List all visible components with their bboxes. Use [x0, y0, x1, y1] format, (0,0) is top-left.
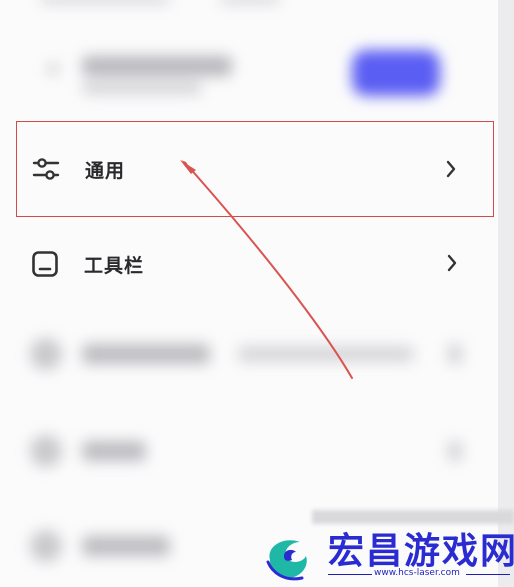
blurred-icon	[30, 435, 62, 467]
settings-item-label: 工具栏	[84, 254, 145, 277]
blurred-text	[82, 82, 202, 94]
blurred-account-row	[0, 0, 498, 110]
blurred-text	[82, 56, 232, 76]
blurred-settings-item[interactable]	[0, 318, 498, 388]
swirl-logo	[266, 540, 307, 581]
watermark: 宏昌游戏网 www.hcs-laser.com	[262, 510, 514, 587]
divider	[328, 574, 372, 575]
divider	[466, 574, 510, 575]
sliders-icon	[31, 154, 61, 184]
settings-item-general[interactable]: 通用	[16, 121, 494, 217]
blurred-action-button[interactable]	[352, 50, 440, 96]
blurred-text	[82, 536, 170, 556]
blurred-text	[220, 0, 280, 4]
blurred-chevron	[448, 344, 462, 364]
toolbar-icon	[30, 249, 60, 279]
blurred-icon	[48, 64, 58, 74]
blurred-text	[238, 346, 414, 362]
chevron-right-icon	[445, 158, 457, 180]
settings-item-label: 通用	[85, 159, 126, 182]
watermark-url: www.hcs-laser.com	[374, 568, 460, 578]
blurred-text	[82, 441, 146, 461]
blurred-chevron	[448, 441, 462, 461]
blurred-text	[82, 344, 210, 364]
settings-item-toolbar[interactable]: 工具栏	[16, 216, 494, 312]
blurred-settings-item[interactable]	[0, 415, 498, 485]
watermark-title: 宏昌游戏网	[328, 531, 514, 572]
blurred-icon	[30, 338, 62, 370]
right-edge	[498, 0, 514, 587]
blurred-icon	[30, 530, 62, 562]
chevron-right-icon	[446, 252, 458, 274]
blurred-text	[40, 0, 170, 4]
